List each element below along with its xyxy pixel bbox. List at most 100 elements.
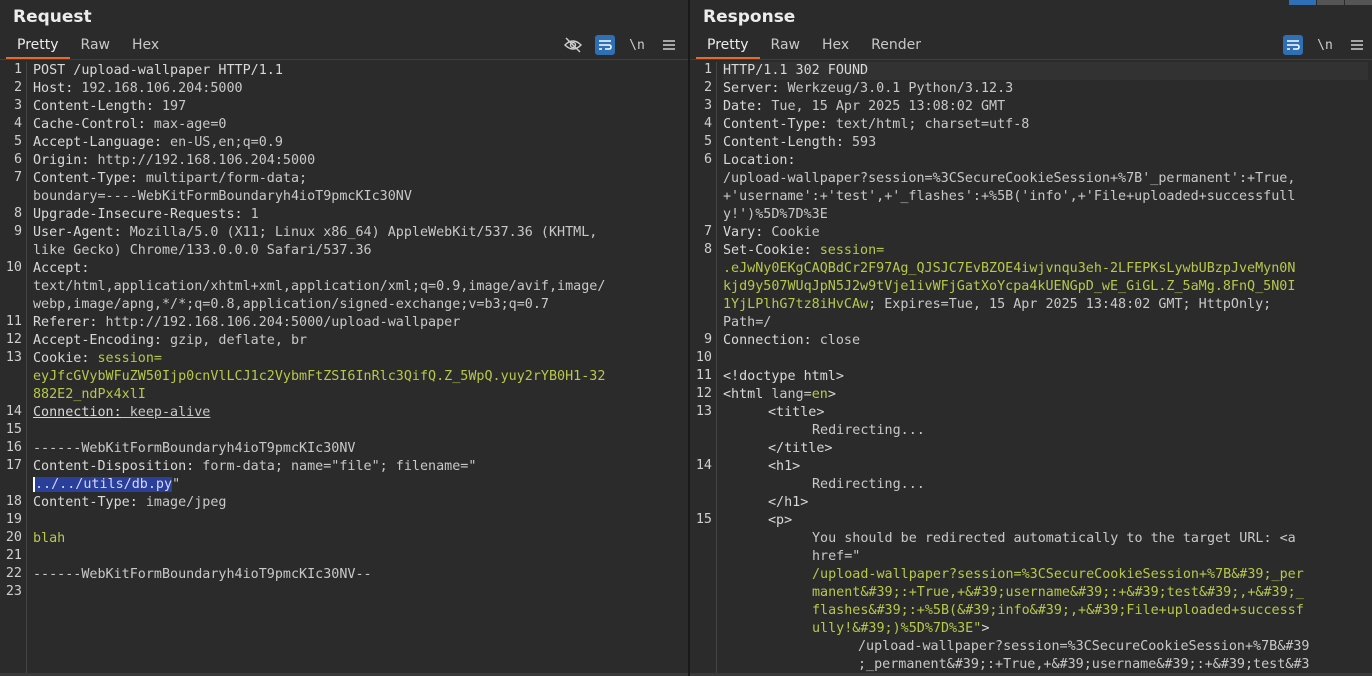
menu-icon[interactable] [659,35,679,55]
line-number: 5 [13,134,22,149]
request-title: Request [13,7,92,27]
code-line: manent&#39;:+True,+&#39;username&#39;:+&… [812,585,1304,600]
code-line: <p> [768,513,793,528]
newline-icon[interactable]: \n [1315,35,1335,55]
code-line: Content-Type: image/jpeg [33,495,227,510]
line-gutter: 1 2 3 4 5 6 7 8 9 10 11 12 13 14 15 16 1… [0,62,27,674]
code-line: Host: 192.168.106.204:5000 [33,81,243,96]
code-line: Cookie: session= [33,351,162,366]
menu-icon[interactable] [1347,35,1367,55]
selected-text[interactable]: ../../utils/db.py [33,477,173,492]
line-number: 4 [13,116,22,131]
code-line: Redirecting... [812,423,925,438]
code-line: HTTP/1.1 302 FOUND [723,62,1368,80]
line-number: 9 [13,224,22,239]
code-line: Content-Disposition: form-data; name="fi… [33,459,477,474]
code-line: /upload-wallpaper?session=%3CSecureCooki… [858,639,1310,654]
code-line: eyJfcGVybWFuZW50Ijp0cnVlLCJ1c2VybmFtZSI6… [33,369,606,384]
line-number: 6 [703,152,712,167]
line-number: 17 [5,458,22,473]
line-number: 11 [695,368,712,383]
code-line: webp,image/apng,*/*;q=0.8,application/si… [33,297,549,312]
code-line: Connection: keep-alive [33,405,211,420]
line-number: 3 [13,98,22,113]
line-number: 7 [13,170,22,185]
response-pane: Response Pretty Raw Hex Render \n 1 2 3 … [690,0,1372,676]
line-number: 20 [5,530,22,545]
request-editor[interactable]: 1 2 3 4 5 6 7 8 9 10 11 12 13 14 15 16 1… [0,62,688,674]
code-line: like Gecko) Chrome/133.0.0.0 Safari/537.… [33,243,372,258]
code-line: flashes&#39;:+%5B(&#39;info&#39;,+&#39;F… [812,603,1304,618]
code-line: Accept-Language: en-US,en;q=0.9 [33,135,283,150]
response-tabs: Pretty Raw Hex Render [696,34,932,59]
hide-icon[interactable] [563,35,583,55]
code-line: .eJwNy0EKgCAQBdCr2F97Ag_QJSJC7EvBZOE4iwj… [723,261,1296,276]
line-number: 4 [703,116,712,131]
code-line: <title> [768,405,825,420]
line-number: 14 [5,404,22,419]
response-code[interactable]: HTTP/1.1 302 FOUND Server: Werkzeug/3.0.… [723,62,1368,674]
code-line: Path=/ [723,315,772,330]
tab-hex[interactable]: Hex [811,34,860,59]
tab-pretty[interactable]: Pretty [696,34,760,59]
layout-buttons[interactable] [1288,0,1372,5]
line-number: 6 [13,152,22,167]
code-line: Accept-Encoding: gzip, deflate, br [33,333,308,348]
request-tabs: Pretty Raw Hex [6,34,170,59]
code-line: text/html,application/xhtml+xml,applicat… [33,279,606,294]
tab-raw[interactable]: Raw [70,34,121,59]
code-line: 1YjLPlhG7tz8iHvCAw; Expires=Tue, 15 Apr … [723,297,1272,312]
code-line: Redirecting... [812,477,925,492]
tab-render[interactable]: Render [860,34,932,59]
code-line: Accept: [33,261,90,276]
code-line: You should be redirected automatically t… [812,531,1296,546]
tab-hex[interactable]: Hex [121,34,170,59]
line-number: 2 [13,80,22,95]
code-line: kjd9y507WUqJpN5J2w9tVje1ivWFjGatXoYcpa4k… [723,279,1296,294]
line-number: 15 [5,422,22,437]
code-line: Content-Length: 197 [33,99,187,114]
line-number: 9 [703,332,712,347]
newline-icon[interactable]: \n [627,35,647,55]
code-line: 882E2_ndPx4xlI [33,387,146,402]
line-number: 8 [13,206,22,221]
code-line: blah [33,531,66,546]
line-number: 2 [703,80,712,95]
line-number: 12 [695,386,712,401]
line-number: 23 [5,584,22,599]
line-number: 18 [5,494,22,509]
code-line: <h1> [768,459,801,474]
code-line: User-Agent: Mozilla/5.0 (X11; Linux x86_… [33,225,598,240]
line-number: 13 [5,350,22,365]
code-line: </title> [768,441,833,456]
request-pane: Request Pretty Raw Hex \n 1 2 3 4 5 6 7 … [0,0,688,676]
code-line: boundary=----WebKitFormBoundaryh4ioT9pmc… [33,189,412,204]
code-line: ------WebKitFormBoundaryh4ioT9pmcKIc30NV… [33,567,372,582]
code-line: y!')%5D%7D%3E [723,207,828,222]
code-line: Upgrade-Insecure-Requests: 1 [33,207,259,222]
code-line: <html lang=en> [723,387,836,402]
tab-raw[interactable]: Raw [760,34,811,59]
code-line: Content-Type: text/html; charset=utf-8 [723,117,1030,132]
line-number: 16 [5,440,22,455]
wrap-lines-icon[interactable] [595,35,615,55]
line-number: 22 [5,566,22,581]
wrap-lines-icon[interactable] [1283,35,1303,55]
code-line: Content-Type: multipart/form-data; [33,171,308,186]
code-line: POST /upload-wallpaper HTTP/1.1 [33,63,283,78]
code-line: ;_permanent&#39;:+True,+&#39;username&#3… [858,657,1310,672]
code-line: ../../utils/db.py" [33,477,181,492]
tab-pretty[interactable]: Pretty [6,34,70,59]
request-code[interactable]: POST /upload-wallpaper HTTP/1.1 Host: 19… [33,62,684,602]
line-number: 12 [5,332,22,347]
line-number: 1 [13,62,22,77]
code-line: +'username':+'test',+'_flashes':+%5B('in… [723,189,1296,204]
request-toolbar: \n [563,35,679,55]
code-line: Vary: Cookie [723,225,820,240]
line-number: 5 [703,134,712,149]
response-editor[interactable]: 1 2 3 4 5 6 7 8 9 10 11 12 13 14 15 HTTP… [690,62,1372,674]
